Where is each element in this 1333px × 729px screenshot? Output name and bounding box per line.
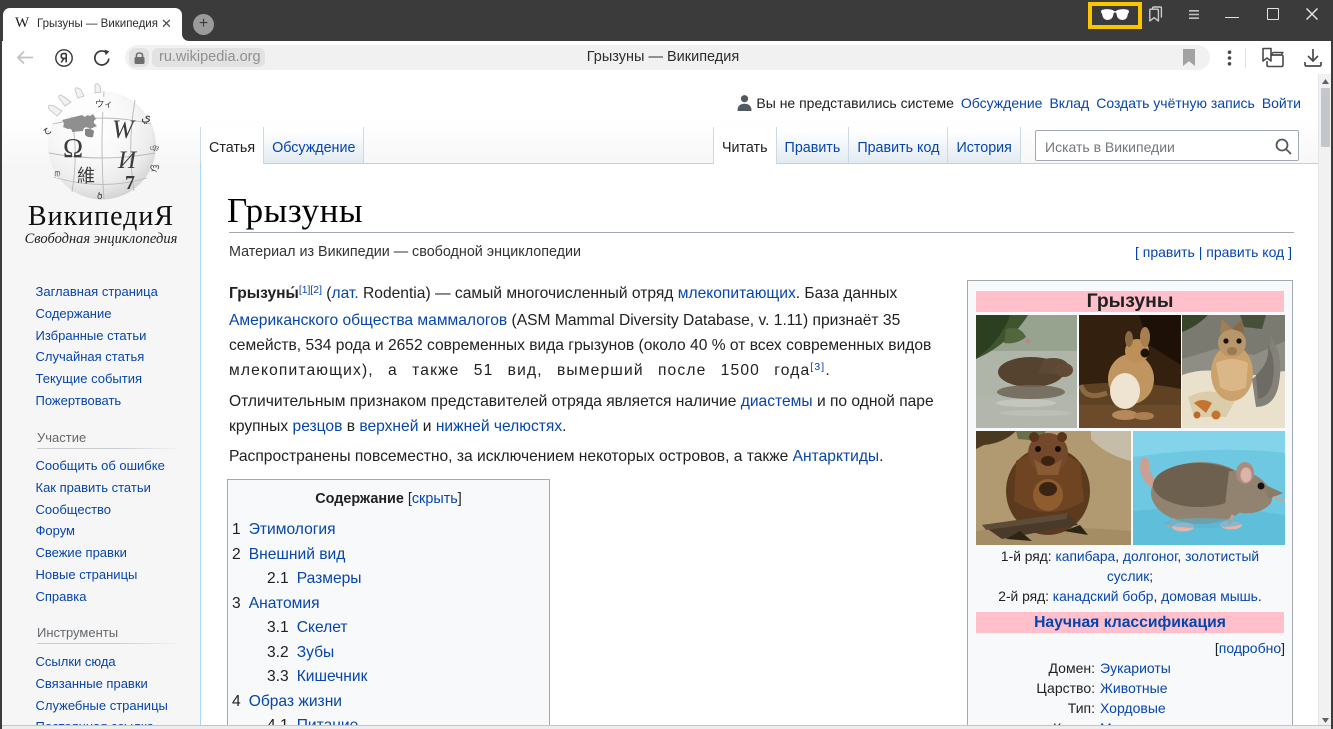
svg-text:ற: ற	[54, 168, 61, 179]
svg-text:Ω: Ω	[63, 133, 83, 163]
svg-text:ლ: ლ	[150, 162, 160, 173]
svg-text:W: W	[112, 115, 136, 144]
svg-text:ي: ي	[141, 109, 151, 124]
svg-text:7: 7	[125, 172, 135, 194]
svg-text:И: И	[117, 147, 138, 174]
svg-text:維: 維	[77, 166, 95, 186]
svg-text:ծ: ծ	[97, 191, 103, 201]
